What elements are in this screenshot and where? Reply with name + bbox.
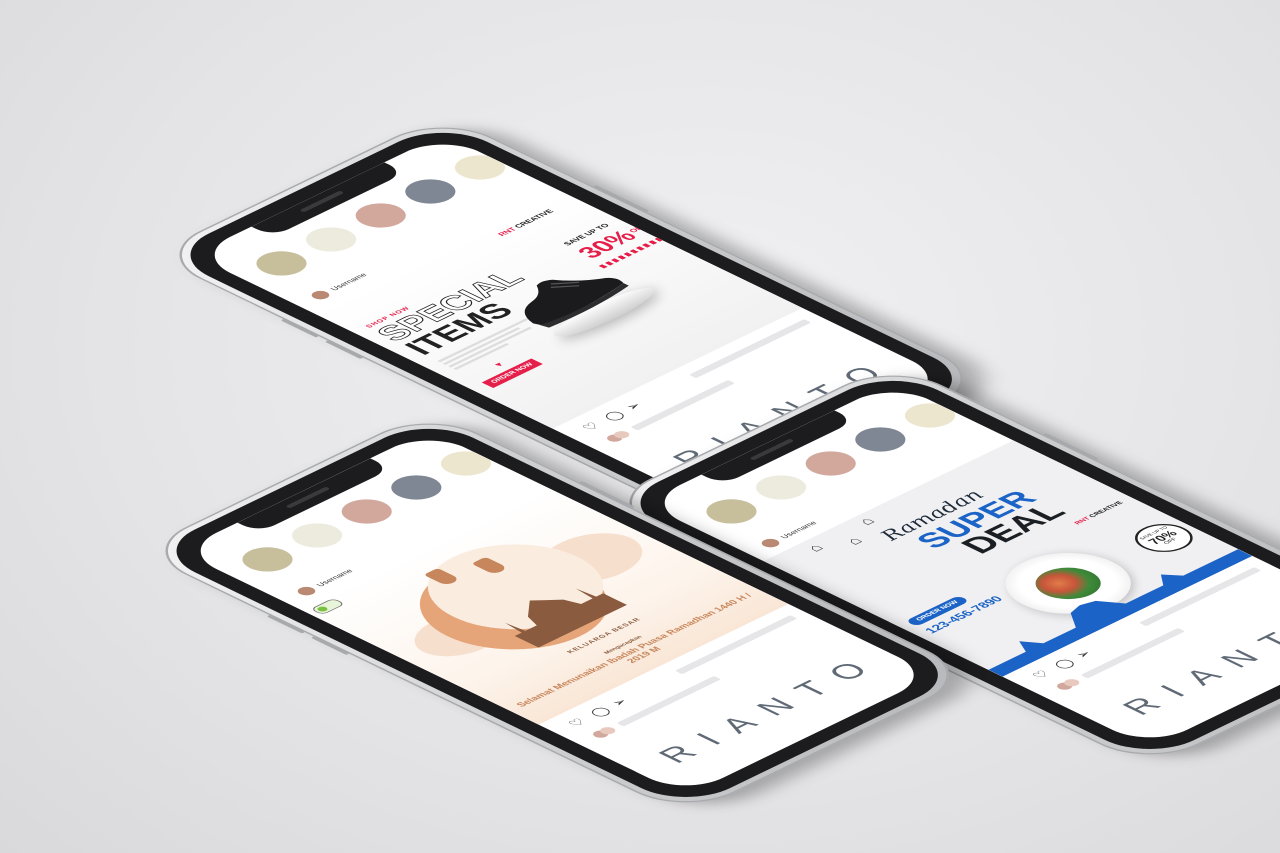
- color-swatch: [331, 494, 403, 529]
- color-swatch: [696, 494, 767, 529]
- likes-avatars: [603, 429, 634, 444]
- share-icon[interactable]: ➢: [621, 400, 646, 412]
- color-swatch: [295, 222, 367, 257]
- avatar[interactable]: [758, 537, 783, 550]
- post-header: Username: [308, 272, 369, 302]
- color-swatch: [380, 470, 452, 505]
- share-icon[interactable]: ➢: [607, 696, 632, 708]
- comment-icon[interactable]: ◯: [586, 705, 614, 719]
- avatar[interactable]: [294, 585, 319, 598]
- color-swatch: [345, 198, 417, 233]
- avatar[interactable]: [308, 289, 333, 302]
- color-swatch: [894, 398, 966, 433]
- color-swatch: [246, 246, 317, 281]
- heart-icon[interactable]: ♡: [1028, 668, 1053, 680]
- color-swatch: [444, 150, 516, 185]
- likes-avatars: [589, 725, 620, 740]
- share-icon[interactable]: ➢: [1071, 648, 1096, 660]
- comment-icon[interactable]: ◯: [1050, 657, 1078, 671]
- comment-icon[interactable]: ◯: [600, 409, 628, 423]
- heart-icon[interactable]: ♡: [578, 420, 603, 432]
- mockup-scene: Username RNT CREATIVE SHOP NOW SPECIAL I…: [0, 0, 1280, 853]
- post-header: Username: [758, 520, 819, 550]
- color-swatch: [795, 446, 867, 481]
- color-swatch: [745, 470, 817, 505]
- likes-avatars: [1053, 677, 1084, 692]
- heart-icon[interactable]: ♡: [564, 716, 589, 728]
- color-swatch: [430, 446, 502, 481]
- post-header: Username: [294, 568, 355, 598]
- color-swatch: [232, 542, 303, 577]
- color-swatch: [281, 518, 353, 553]
- brand-wordmark: RIANTO: [650, 650, 893, 768]
- color-swatch: [844, 422, 916, 457]
- color-swatch: [394, 174, 466, 209]
